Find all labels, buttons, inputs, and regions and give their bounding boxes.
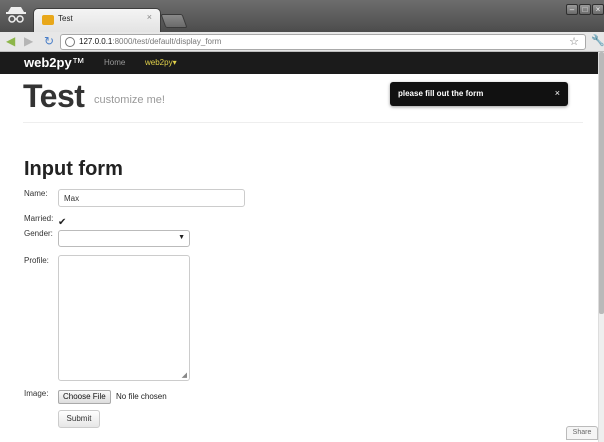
header-divider [23,122,583,123]
file-status: No file chosen [116,392,167,401]
page-scrollbar[interactable] [598,52,604,442]
profile-textarea[interactable]: ◢ [58,255,190,381]
nav-item-web2py-dropdown[interactable]: web2py▾ [145,58,177,67]
page-viewport: web2py™ Home web2py▾ Test customize me! … [0,52,598,442]
back-arrow-icon[interactable]: ◀ [6,35,15,47]
forward-arrow-icon[interactable]: ▶ [24,35,33,47]
submit-button[interactable]: Submit [58,410,100,428]
chevron-down-icon: ▼ [178,234,185,241]
tab-close-icon[interactable]: × [147,12,152,22]
new-tab-button[interactable] [160,14,188,28]
name-label: Name: [24,189,48,198]
url-text: 127.0.0.1:8000/test/default/display_form [79,37,222,46]
form-title: Input form [24,158,123,180]
page-info-icon[interactable] [65,37,75,47]
page-title: Test [23,78,85,114]
name-input[interactable] [58,189,245,207]
minimize-button[interactable]: – [566,4,578,15]
maximize-button[interactable]: □ [579,4,591,15]
gender-label: Gender: [24,229,53,238]
scrollbar-thumb[interactable] [599,52,604,314]
web2py-favicon-icon [42,15,54,25]
choose-file-button[interactable]: Choose File [58,390,111,404]
flash-message[interactable]: please fill out the form × [390,82,568,106]
nav-item-home[interactable]: Home [104,58,125,67]
address-bar[interactable]: 127.0.0.1:8000/test/default/display_form… [60,34,586,50]
close-window-button[interactable]: × [592,4,604,15]
wrench-menu-icon[interactable]: 🔧 [591,34,604,47]
bookmark-star-icon[interactable]: ☆ [569,35,579,48]
flash-close-icon[interactable]: × [555,88,560,98]
reload-icon[interactable]: ↻ [44,35,54,47]
flash-text: please fill out the form [398,89,484,98]
browser-toolbar: ◀ ▶ ↻ 127.0.0.1:8000/test/default/displa… [0,32,604,52]
brand-logo[interactable]: web2py™ [24,55,85,70]
resize-grip-icon[interactable]: ◢ [182,371,187,379]
profile-label: Profile: [24,256,49,265]
browser-tabstrip: Test × – □ × [0,0,604,32]
married-checkbox[interactable]: ✔ [58,218,66,228]
page-subtitle: customize me! [94,94,165,106]
navbar: web2py™ Home web2py▾ [0,52,598,74]
image-label: Image: [24,389,49,398]
incognito-icon [6,7,26,23]
tab-title: Test [58,14,73,23]
married-label: Married: [24,214,54,223]
share-button[interactable]: Share [566,426,598,440]
gender-select[interactable]: ▼ [58,230,190,247]
browser-tab[interactable]: Test × [33,8,161,32]
